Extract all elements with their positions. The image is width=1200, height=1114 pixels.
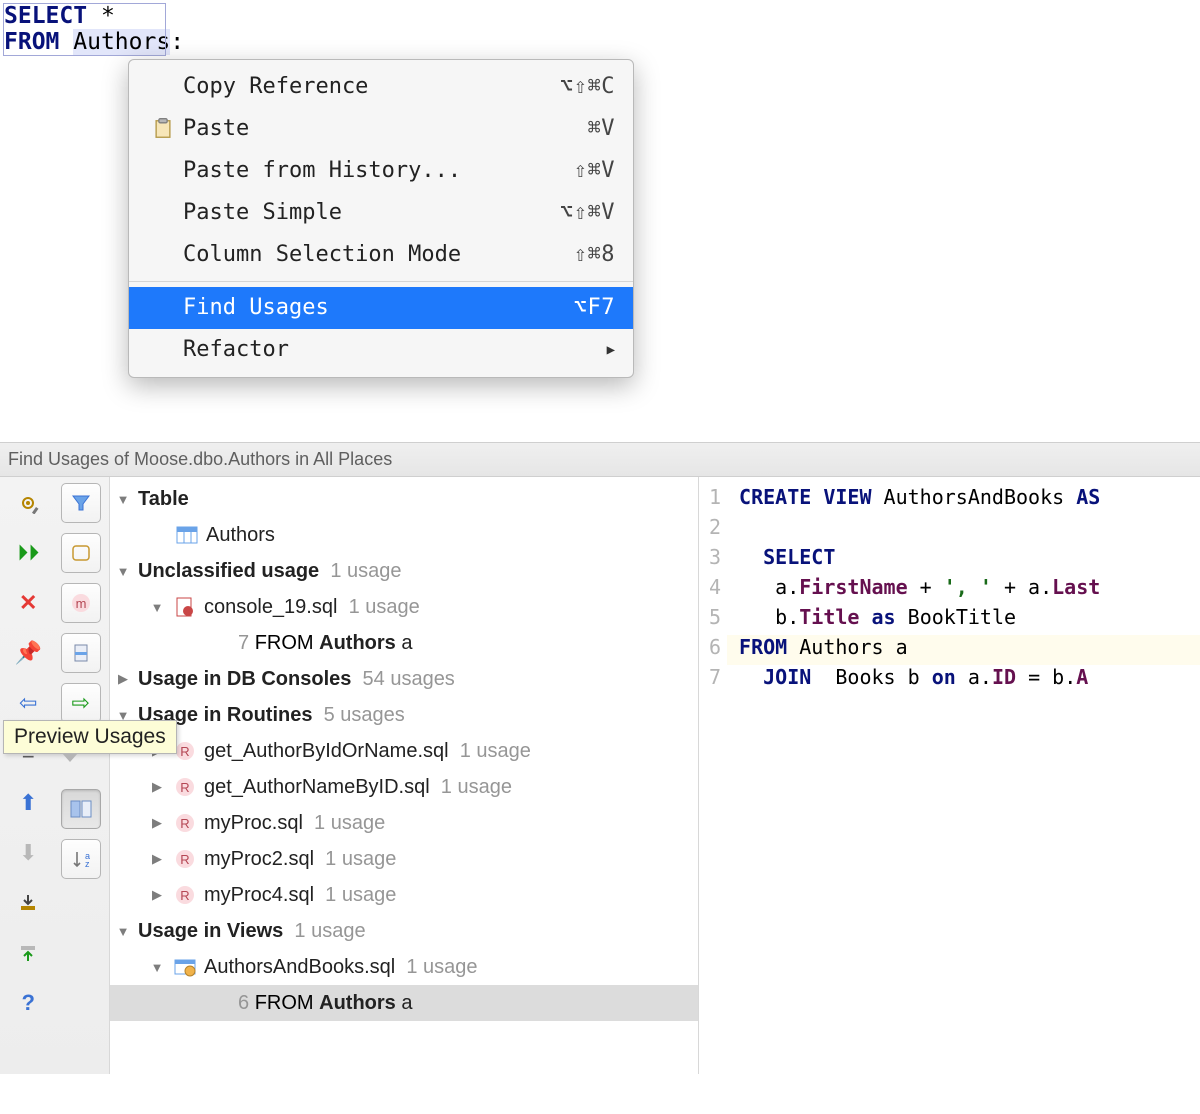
preview-code: CREATE VIEW AuthorsAndBooks AS SELECT a.… <box>727 485 1200 1074</box>
tree-authors-node[interactable]: Authors <box>110 517 698 553</box>
svg-text:R: R <box>180 744 189 759</box>
tooltip-preview-usages: Preview Usages <box>3 720 177 754</box>
ctx-column-selection[interactable]: Column Selection Mode ⇧⌘8 <box>129 234 633 276</box>
tree-routines-group[interactable]: ▼ Usage in Routines 5 usages <box>110 697 698 733</box>
sort-icon[interactable]: az <box>61 839 101 879</box>
rerun-icon[interactable]: ⏵⏵ <box>8 533 48 573</box>
tree-db-consoles-group[interactable]: ▶ Usage in DB Consoles 54 usages <box>110 661 698 697</box>
expand-arrow-icon[interactable]: ▼ <box>148 960 166 975</box>
ctx-find-usages[interactable]: Find Usages ⌥F7 <box>129 287 633 329</box>
kw-select: SELECT <box>4 3 87 29</box>
help-icon[interactable]: ? <box>8 983 48 1023</box>
kw-from: FROM <box>4 29 59 55</box>
tree-views-group[interactable]: ▼ Usage in Views 1 usage <box>110 913 698 949</box>
editor-area[interactable]: SELECT * FROM Authors: Copy Reference ⌥⇧… <box>0 0 1200 442</box>
routine-icon: R <box>172 884 198 906</box>
tree-console-file[interactable]: ▼ console_19.sql 1 usage <box>110 589 698 625</box>
svg-text:z: z <box>85 859 90 869</box>
collapse-arrow-icon[interactable]: ▶ <box>148 815 166 831</box>
pin-icon[interactable]: 📌 <box>8 633 48 673</box>
tree-view-line[interactable]: 6 FROM Authors a <box>110 985 698 1021</box>
collapse-arrow-icon[interactable]: ▶ <box>114 671 132 687</box>
ctx-paste-simple[interactable]: Paste Simple ⌥⇧⌘V <box>129 192 633 234</box>
export-icon[interactable] <box>8 883 48 923</box>
table-icon <box>174 526 200 544</box>
prev-occurrence-icon[interactable]: ⇦ <box>8 683 48 723</box>
ctx-paste[interactable]: Paste ⌘V <box>129 108 633 150</box>
editor-line-1: SELECT * <box>4 3 1200 29</box>
preview-usages-icon[interactable] <box>61 789 101 829</box>
tree-routine-item[interactable]: ▶ R get_AuthorByIdOrName.sql 1 usage <box>110 733 698 769</box>
next-file-icon[interactable]: ⬇ <box>8 833 48 873</box>
routine-icon: R <box>172 812 198 834</box>
collapse-arrow-icon[interactable]: ▶ <box>148 851 166 867</box>
ctx-copy-reference[interactable]: Copy Reference ⌥⇧⌘C <box>129 66 633 108</box>
prev-file-icon[interactable]: ⬆ <box>8 783 48 823</box>
preview-pane[interactable]: 1 2 3 4 5 6 7 CREATE VIEW AuthorsAndBook… <box>698 477 1200 1074</box>
settings-icon[interactable] <box>8 483 48 523</box>
routine-icon: R <box>172 848 198 870</box>
gutter: 1 2 3 4 5 6 7 <box>699 485 727 1074</box>
context-menu: Copy Reference ⌥⇧⌘C Paste ⌘V Paste from … <box>128 59 634 378</box>
separator <box>129 281 633 282</box>
expand-arrow-icon[interactable]: ▼ <box>148 600 166 615</box>
find-usages-header: Find Usages of Moose.dbo.Authors in All … <box>0 442 1200 477</box>
svg-text:R: R <box>180 888 189 903</box>
expand-arrow-icon[interactable]: ▼ <box>114 924 132 939</box>
sql-file-icon <box>172 596 198 618</box>
svg-text:R: R <box>180 852 189 867</box>
ctx-paste-history[interactable]: Paste from History... ⇧⌘V <box>129 150 633 192</box>
group-by-type-icon[interactable] <box>61 533 101 573</box>
paste-icon <box>143 118 183 140</box>
tree-routine-item[interactable]: ▶ R myProc2.sql 1 usage <box>110 841 698 877</box>
collapse-arrow-icon[interactable]: ▶ <box>148 779 166 795</box>
filter-icon[interactable] <box>61 483 101 523</box>
group-by-file-icon[interactable] <box>61 633 101 673</box>
submenu-arrow-icon: ▶ <box>607 337 615 363</box>
svg-text:R: R <box>180 816 189 831</box>
editor-line-2: FROM Authors: <box>4 29 1200 55</box>
tree-table-group[interactable]: ▼ Table <box>110 481 698 517</box>
collapse-arrow-icon[interactable]: ▶ <box>148 887 166 903</box>
import-icon[interactable] <box>8 933 48 973</box>
find-toolbar: ⏵⏵ ✕ 📌 ⇦ ≡ ⬆ ⬇ ? m ⇨ az <box>0 477 110 1074</box>
tree-unclassified-group[interactable]: ▼ Unclassified usage 1 usage <box>110 553 698 589</box>
routine-icon: R <box>172 776 198 798</box>
svg-text:R: R <box>180 780 189 795</box>
identifier-authors[interactable]: Authors <box>73 29 170 55</box>
usages-tree[interactable]: ▼ Table Authors ▼ Unclassified usage 1 u… <box>110 477 698 1074</box>
tree-routine-item[interactable]: ▶ R get_AuthorNameByID.sql 1 usage <box>110 769 698 805</box>
group-by-module-icon[interactable]: m <box>61 583 101 623</box>
tree-routine-item[interactable]: ▶ R myProc.sql 1 usage <box>110 805 698 841</box>
close-icon[interactable]: ✕ <box>8 583 48 623</box>
svg-text:m: m <box>75 596 86 611</box>
ctx-refactor[interactable]: Refactor ▶ <box>129 329 633 371</box>
view-file-icon <box>172 957 198 977</box>
tree-routine-item[interactable]: ▶ R myProc4.sql 1 usage <box>110 877 698 913</box>
find-usages-body: ⏵⏵ ✕ 📌 ⇦ ≡ ⬆ ⬇ ? m ⇨ az Preview Usages ▼ <box>0 477 1200 1074</box>
expand-arrow-icon[interactable]: ▼ <box>114 492 132 507</box>
tree-view-file[interactable]: ▼ AuthorsAndBooks.sql 1 usage <box>110 949 698 985</box>
tree-console-line[interactable]: 7 FROM Authors a <box>110 625 698 661</box>
expand-arrow-icon[interactable]: ▼ <box>114 564 132 579</box>
next-occurrence-icon[interactable]: ⇨ <box>61 683 101 723</box>
